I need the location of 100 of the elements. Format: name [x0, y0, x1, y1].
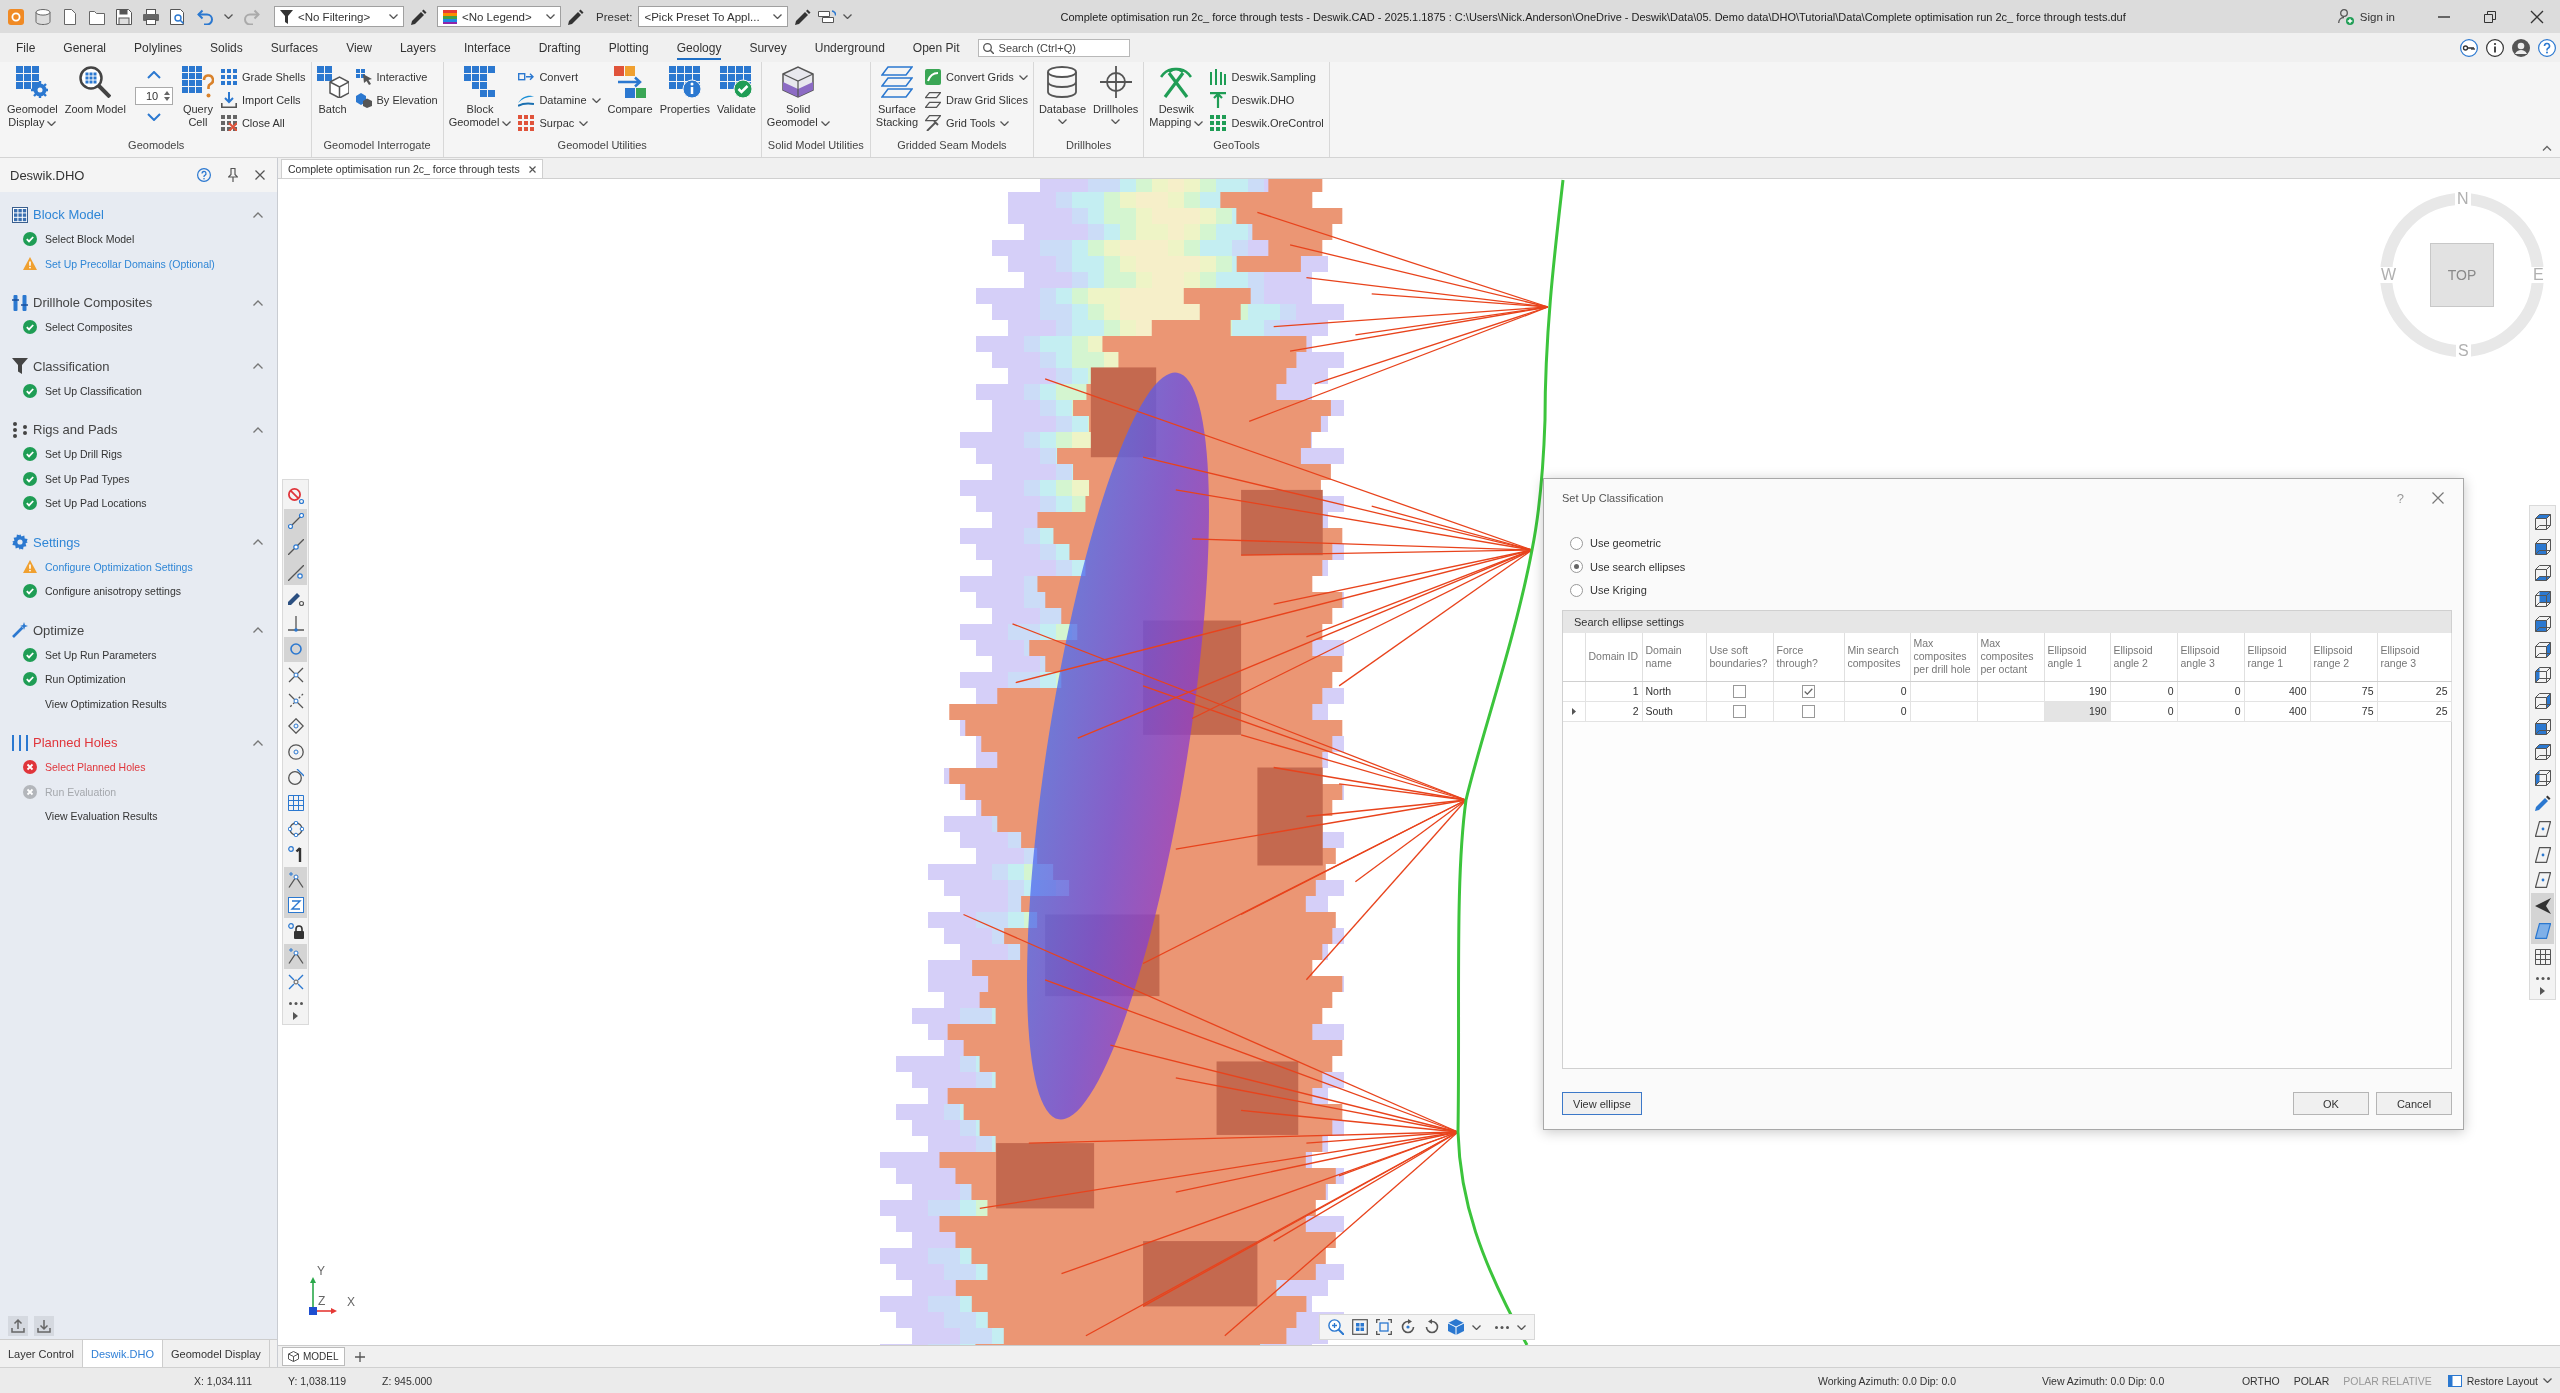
ribbon-button[interactable]: Convert [516, 66, 603, 88]
close-icon[interactable] [2432, 492, 2444, 504]
toolbar-toggle[interactable] [2531, 892, 2554, 919]
panel-tab[interactable]: Deswik.DHO [83, 1340, 163, 1367]
pencil-icon[interactable] [411, 8, 427, 25]
task-link[interactable]: Set Up Classification [45, 384, 142, 397]
info-icon[interactable] [2486, 38, 2504, 57]
section-title[interactable]: Classification [33, 358, 248, 374]
ribbon-button[interactable]: Convert Grids [923, 66, 1030, 88]
ribbon-button[interactable]: Deswik.Sampling [1208, 66, 1326, 88]
print-icon[interactable] [143, 8, 159, 25]
caret-icon[interactable] [843, 14, 853, 19]
ribbon-button[interactable]: Close All [218, 112, 308, 134]
user-icon[interactable] [2512, 38, 2530, 57]
ribbon-button[interactable]: Database [1035, 65, 1089, 125]
ribbon-tab[interactable]: Plotting [608, 35, 649, 60]
task-link[interactable]: Run Optimization [45, 673, 126, 686]
task-link[interactable]: Select Planned Holes [45, 761, 146, 774]
legend-dropdown[interactable]: <No Legend> [437, 6, 561, 27]
zoom-window-icon[interactable] [1376, 1319, 1392, 1335]
chevron-up-icon[interactable] [253, 539, 263, 545]
column-header[interactable]: Domain ID [1585, 633, 1642, 681]
collapse-ribbon-icon[interactable] [2542, 145, 2552, 151]
key-icon[interactable] [2460, 38, 2478, 57]
checkbox[interactable] [1733, 684, 1746, 698]
restore-layout-button[interactable]: Restore Layout [2445, 1374, 2560, 1387]
ribbon-tab[interactable]: Solids [210, 35, 243, 60]
ribbon-tab[interactable]: Drafting [538, 35, 581, 60]
ribbon-tab[interactable]: Open Pit [912, 35, 960, 60]
row-header-cell[interactable] [1563, 681, 1585, 701]
caret-icon[interactable] [1472, 1324, 1481, 1330]
task-link[interactable]: Select Block Model [45, 233, 135, 246]
ribbon-tab[interactable]: General [63, 35, 107, 60]
help-icon[interactable] [197, 168, 211, 182]
ribbon-button[interactable]: Compare [604, 65, 656, 117]
row-header-cell[interactable] [1563, 701, 1585, 721]
ribbon-button[interactable]: Deswik.DHO [1208, 89, 1326, 111]
task-link[interactable]: Set Up Run Parameters [45, 648, 157, 661]
undo-icon[interactable] [197, 8, 213, 25]
ribbon-button[interactable]: Interactive [353, 66, 440, 88]
caret-icon[interactable] [389, 14, 398, 19]
toolbar-toggle[interactable] [284, 866, 307, 893]
radio-option[interactable]: Use search ellipses [1570, 556, 2452, 577]
caret-icon[interactable] [1517, 1324, 1526, 1330]
chevron-up-icon[interactable] [253, 211, 263, 218]
column-header[interactable]: Force through? [1773, 633, 1844, 681]
ribbon-button[interactable]: Block Geomodel [445, 65, 515, 130]
task-link[interactable]: Set Up Drill Rigs [45, 448, 123, 461]
caret-icon[interactable] [1057, 119, 1067, 124]
filter-dropdown[interactable]: <No Filtering> [274, 6, 404, 27]
rotate-icon[interactable] [1424, 1319, 1440, 1335]
radio-option[interactable]: Use Kriging [1570, 580, 2452, 600]
ribbon-button[interactable]: Drillholes [1090, 65, 1142, 125]
section-title[interactable]: Drillhole Composites [33, 295, 248, 310]
caret-icon[interactable] [773, 14, 783, 19]
radio-button[interactable] [1570, 583, 1583, 597]
caret-icon[interactable] [820, 120, 830, 126]
caret-icon[interactable] [1000, 120, 1010, 126]
minimize-icon[interactable] [2438, 15, 2450, 18]
import-icon[interactable] [34, 1315, 54, 1336]
task-link[interactable]: View Evaluation Results [45, 810, 158, 823]
database-icon[interactable] [35, 8, 51, 25]
ribbon-tab[interactable]: View [346, 35, 372, 60]
column-header[interactable]: Domain name [1642, 633, 1706, 681]
more-icon[interactable] [1495, 1325, 1509, 1329]
status-toggle[interactable]: POLAR [2293, 1374, 2330, 1387]
column-header[interactable]: Min search composites [1844, 633, 1910, 681]
chevron-up-icon[interactable] [253, 299, 263, 306]
caret-icon[interactable] [1018, 74, 1028, 80]
pencil-icon[interactable] [795, 8, 812, 25]
caret-icon[interactable] [1111, 119, 1121, 124]
ribbon-button[interactable]: Zoom Model [61, 65, 129, 117]
open-folder-icon[interactable] [89, 8, 105, 25]
ribbon-button[interactable]: Geomodel Display [4, 65, 61, 130]
chevron-down-icon[interactable] [146, 113, 161, 121]
ribbon-button[interactable]: Datamine [516, 89, 603, 111]
rotate-icon[interactable] [1400, 1319, 1416, 1335]
radio-button[interactable] [1570, 560, 1583, 573]
help-icon[interactable] [2538, 38, 2556, 57]
column-header[interactable]: Ellipsoid angle 2 [2110, 633, 2177, 681]
view-ellipse-button[interactable]: View ellipse [1562, 1092, 1642, 1115]
close-icon[interactable] [255, 170, 265, 180]
save-icon[interactable] [116, 8, 132, 25]
preset-dropdown[interactable]: <Pick Preset To Appl... [638, 6, 789, 27]
add-icon[interactable] [354, 1351, 365, 1362]
pencil-icon[interactable] [568, 8, 584, 25]
caret-icon[interactable] [502, 120, 512, 126]
dialog-button[interactable]: Cancel [2376, 1092, 2452, 1115]
ribbon-tab[interactable]: File [16, 35, 36, 60]
task-link[interactable]: View Optimization Results [45, 697, 167, 710]
export-icon[interactable] [8, 1315, 28, 1336]
zoom-in-icon[interactable] [1328, 1319, 1344, 1335]
task-link[interactable]: Configure anisotropy settings [45, 585, 181, 598]
ribbon-tab[interactable]: Survey [749, 35, 787, 60]
radio-button[interactable] [1570, 536, 1583, 550]
toolbar-toggle[interactable] [284, 892, 307, 919]
ribbon-button[interactable]: Deswik.OreControl [1208, 112, 1326, 134]
chevron-up-icon[interactable] [253, 739, 263, 746]
toolbar-toggle[interactable] [284, 943, 307, 970]
pin-icon[interactable] [228, 168, 238, 182]
